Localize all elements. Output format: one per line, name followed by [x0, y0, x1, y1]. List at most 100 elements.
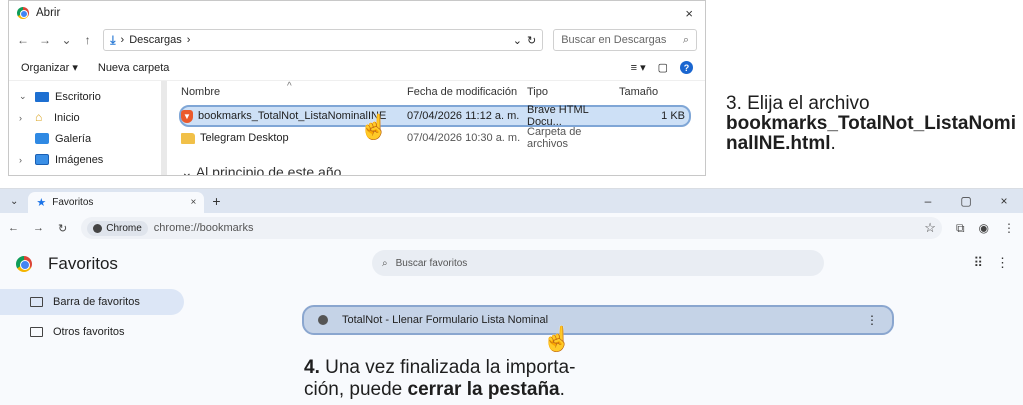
new-folder-button[interactable]: Nueva carpeta	[98, 62, 170, 74]
column-size[interactable]: Tamaño	[613, 86, 683, 98]
bookmarks-header: Favoritos ⌕ Buscar favoritos ⠿ ⋮	[0, 243, 1023, 285]
search-placeholder: Buscar en Descargas	[561, 34, 667, 46]
hand-cursor-icon: ☝	[359, 114, 389, 141]
tree-item-pictures[interactable]: › Imágenes	[9, 149, 161, 170]
up-arrow-icon[interactable]: ↑	[82, 33, 93, 47]
group-header-partial[interactable]: ⌄ Al principio de este año	[181, 164, 341, 175]
extensions-icon[interactable]: ⧉	[956, 221, 965, 236]
tab-strip: ⌄ ★ Favoritos × + – ▢ ×	[0, 189, 1023, 213]
column-date[interactable]: Fecha de modificación	[401, 86, 521, 98]
bookmark-row-totalnot[interactable]: TotalNot - Llenar Formulario Lista Nomin…	[302, 305, 894, 335]
preview-pane-icon[interactable]: ▢	[658, 61, 668, 74]
folder-icon	[30, 327, 43, 337]
sort-caret-icon: ^	[287, 81, 292, 92]
refresh-icon[interactable]: ↻	[527, 34, 536, 47]
minimize-button[interactable]: –	[909, 194, 947, 208]
expander-icon[interactable]: ⌄	[19, 91, 29, 102]
browser-toolbar: ← → ↻ Chrome chrome://bookmarks ☆ ⧉ ◉ ⋮	[0, 213, 1023, 243]
expander-icon[interactable]: ›	[19, 113, 29, 123]
profile-icon[interactable]: ◉	[979, 221, 989, 235]
expander-icon[interactable]: ›	[19, 155, 29, 165]
forward-arrow-icon[interactable]: →	[39, 33, 51, 47]
bookmark-star-outline-icon[interactable]: ☆	[924, 220, 936, 236]
file-date: 07/04/2026 10:30 a. m.	[407, 132, 521, 144]
file-type: Carpeta de archivos	[527, 126, 582, 150]
tree-item-desktop[interactable]: ⌄ Escritorio	[9, 86, 161, 107]
page-title: Favoritos	[48, 254, 118, 273]
search-placeholder: Buscar favoritos	[395, 257, 468, 269]
step4-text-a: Una vez finalizada la importa-	[319, 357, 576, 378]
forward-arrow-icon[interactable]: →	[33, 222, 44, 234]
chrome-logo-icon	[93, 223, 103, 233]
dialog-close-button[interactable]: ×	[681, 6, 697, 21]
sidebar-item-bookmarks-bar[interactable]: Barra de favoritos	[0, 289, 184, 315]
step4-number: 4.	[304, 357, 320, 378]
window-controls: – ▢ ×	[909, 189, 1023, 213]
tree-item-label: Galería	[55, 132, 92, 145]
back-arrow-icon[interactable]: ←	[8, 222, 19, 234]
folder-icon	[181, 132, 195, 144]
chrome-logo-icon	[16, 256, 32, 272]
bookmark-title: TotalNot - Llenar Formulario Lista Nomin…	[342, 314, 549, 326]
address-dropdown-icon[interactable]: ⌄	[513, 34, 522, 47]
address-bar[interactable]: ⤓ › Descargas › ⌄ ↻	[103, 29, 544, 51]
back-arrow-icon[interactable]: ←	[17, 33, 29, 47]
tab-close-button[interactable]: ×	[191, 197, 197, 208]
tab-favoritos[interactable]: ★ Favoritos ×	[28, 192, 205, 213]
omnibox[interactable]: Chrome chrome://bookmarks ☆	[81, 217, 942, 239]
gallery-icon	[35, 133, 49, 144]
hand-cursor-icon: ☝	[542, 326, 572, 353]
browser-menu-icon[interactable]: ⋮	[1003, 221, 1015, 235]
bookmarks-menu-icon[interactable]: ⋮	[996, 255, 1009, 271]
tree-item-gallery[interactable]: Galería	[9, 128, 161, 149]
step3-filename: bookmarks_TotalNot_ListaNominalINE.html	[726, 113, 1016, 154]
bookmark-star-icon: ★	[36, 197, 47, 209]
bookmark-more-icon[interactable]: ⋮	[866, 313, 878, 327]
file-row-bookmarks[interactable]: ▼ bookmarks_TotalNot_ListaNominalINE 07/…	[179, 104, 691, 128]
breadcrumb-sep-icon: ›	[186, 34, 191, 46]
sidebar-item-label: Barra de favoritos	[53, 296, 140, 308]
bookmarks-search-input[interactable]: ⌕ Buscar favoritos	[372, 250, 824, 276]
downloads-icon: ⤓	[110, 32, 116, 47]
folder-icon	[30, 297, 43, 307]
dialog-nav-bar: ← → ⌄ ↑ ⤓ › Descargas › ⌄ ↻ Buscar en De…	[9, 25, 705, 55]
new-tab-button[interactable]: +	[212, 193, 220, 209]
tree-item-label: Imágenes	[55, 153, 104, 166]
file-size: 1 KB	[661, 110, 685, 122]
help-icon[interactable]: ?	[680, 61, 693, 74]
home-icon: ⌂	[35, 110, 43, 124]
pictures-icon	[35, 154, 49, 165]
step4-instruction: 4. Una vez finalizada la importa- ción, …	[304, 357, 664, 401]
breadcrumb-sep-icon: ›	[120, 34, 125, 46]
maximize-button[interactable]: ▢	[947, 194, 985, 208]
step4-bold: cerrar la pestaña	[407, 379, 560, 400]
tree-item-home[interactable]: › ⌂ Inicio	[9, 107, 161, 128]
tab-label: Favoritos	[52, 197, 94, 208]
dialog-search-input[interactable]: Buscar en Descargas ⌕	[553, 29, 697, 51]
file-name: Telegram Desktop	[200, 132, 289, 144]
chrome-app-icon	[17, 7, 29, 19]
close-window-button[interactable]: ×	[985, 194, 1023, 208]
recent-chevron-icon[interactable]: ⌄	[61, 33, 72, 47]
sidebar-item-other-bookmarks[interactable]: Otros favoritos	[0, 319, 184, 345]
step4-end: .	[559, 379, 565, 400]
reload-icon[interactable]: ↻	[58, 222, 67, 235]
globe-icon	[318, 315, 328, 325]
organize-button[interactable]: Organizar ▾	[21, 61, 78, 74]
column-type[interactable]: Tipo	[521, 86, 613, 98]
step3-prefix: 3. Elija el archivo	[726, 93, 870, 114]
desktop-icon	[35, 91, 49, 102]
url-text[interactable]: chrome://bookmarks	[154, 222, 254, 234]
dialog-title: Abrir	[36, 7, 61, 19]
site-chip[interactable]: Chrome	[87, 220, 148, 236]
step3-suffix: .	[830, 133, 836, 154]
file-date: 07/04/2026 11:12 a. m.	[407, 110, 520, 122]
view-options-icon[interactable]: ≡ ▾	[631, 61, 646, 74]
file-row-telegram[interactable]: Telegram Desktop 07/04/2026 10:30 a. m. …	[181, 126, 691, 150]
search-icon: ⌕	[682, 33, 689, 46]
tab-search-icon[interactable]: ⌄	[10, 196, 18, 207]
grid-menu-icon[interactable]: ⠿	[973, 255, 983, 271]
sidebar-item-label: Otros favoritos	[53, 326, 125, 338]
chrome-window: ⌄ ★ Favoritos × + – ▢ × ← → ↻ Chrome chr…	[0, 188, 1023, 405]
breadcrumb-downloads[interactable]: Descargas	[129, 34, 182, 46]
